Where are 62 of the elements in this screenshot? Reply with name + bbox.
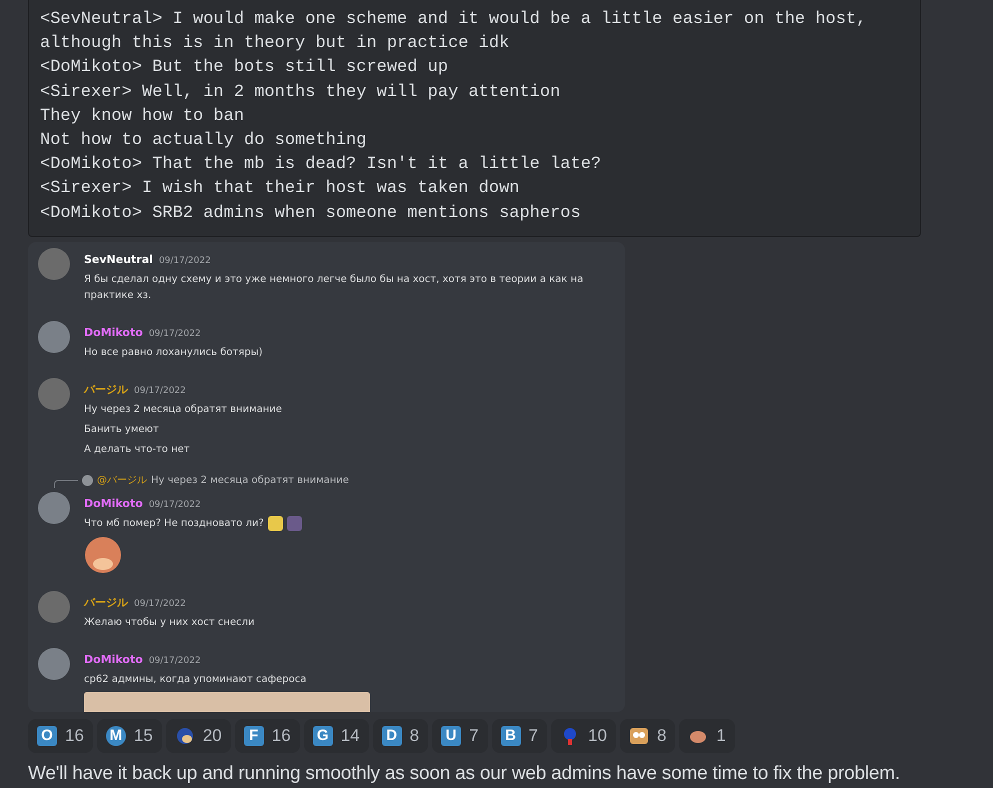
timestamp: 09/17/2022 bbox=[158, 256, 211, 266]
reply-text: Ну через 2 месяца обратят внимание bbox=[151, 474, 349, 488]
timestamp: 09/17/2022 bbox=[134, 598, 186, 609]
avatar[interactable] bbox=[38, 378, 70, 410]
message-text: Но все равно лоханулись ботяры) bbox=[84, 346, 262, 360]
code-line: <DoMikoto> But the bots still screwed up bbox=[40, 57, 450, 80]
avatar[interactable] bbox=[38, 492, 70, 524]
author-name[interactable]: SevNeutral bbox=[84, 252, 153, 266]
timestamp: 09/17/2022 bbox=[134, 386, 186, 396]
reaction-button[interactable]: 10 bbox=[551, 718, 616, 753]
letter-emoji-icon: B bbox=[500, 726, 521, 746]
message-text: ср62 админы, когда упоминают сафероса bbox=[84, 672, 308, 687]
reaction-button[interactable]: 20 bbox=[166, 718, 231, 753]
reaction-button[interactable]: U 7 bbox=[432, 718, 488, 753]
timestamp: 09/17/2022 bbox=[148, 500, 201, 510]
message-text: We'll have it back up and running smoothly as soon as our web admins have some time to fix the problem. bbox=[28, 762, 901, 786]
letter-emoji-icon: O bbox=[37, 726, 57, 746]
reaction-button[interactable]: G 14 bbox=[304, 718, 369, 753]
code-line: <DoMikoto> That the mb is dead? Isn't it a little late? bbox=[40, 154, 602, 176]
letter-emoji-icon: F bbox=[244, 726, 264, 746]
message-text: Что мб помер? Не поздновато ли? bbox=[84, 516, 264, 531]
avatar[interactable] bbox=[38, 320, 70, 353]
emoji-icon bbox=[286, 516, 302, 532]
emoji-icon bbox=[628, 726, 649, 746]
avatar-icon bbox=[82, 474, 93, 486]
message-text: Я бы сделал одну схему и это уже немного легче было бы на хост, хотя это в теории а как на практике хз. bbox=[84, 272, 584, 303]
timestamp: 09/17/2022 bbox=[148, 656, 201, 666]
letter-emoji-icon: U bbox=[441, 726, 462, 746]
avatar[interactable] bbox=[38, 590, 70, 623]
avatar[interactable] bbox=[38, 648, 70, 680]
code-line: although this is in theory but in practice idk bbox=[40, 33, 510, 56]
reaction-button[interactable]: D 8 bbox=[372, 718, 428, 753]
message-text: Желаю чтобы у них хост снесли bbox=[84, 616, 254, 630]
letter-emoji-icon: G bbox=[312, 726, 333, 746]
message-text: Банить умеют bbox=[84, 422, 160, 437]
reaction-button[interactable]: O 16 bbox=[28, 718, 93, 753]
timestamp: 09/17/2022 bbox=[148, 328, 201, 339]
code-line: Not how to actually do something bbox=[40, 130, 368, 152]
reaction-button[interactable]: F 16 bbox=[234, 718, 300, 753]
code-line: <Sirexer> I wish that their host was taken down bbox=[40, 178, 520, 200]
reply-line bbox=[54, 480, 78, 488]
avatar[interactable] bbox=[38, 248, 70, 280]
author-name[interactable]: DoMikoto bbox=[84, 326, 143, 339]
reaction-button[interactable]: 8 bbox=[620, 718, 676, 753]
code-line: <Sirexer> Well, in 2 months they will pay attention bbox=[40, 82, 562, 104]
reaction-button[interactable]: 1 bbox=[679, 718, 735, 753]
author-name[interactable]: バージル bbox=[84, 596, 128, 609]
message-text: А делать что-то нет bbox=[84, 442, 191, 457]
reaction-button[interactable]: B 7 bbox=[492, 718, 548, 753]
author-name[interactable]: DoMikoto bbox=[84, 652, 143, 666]
letter-emoji-icon: M bbox=[106, 726, 126, 746]
code-line: <SevNeutral> I would make one scheme and it would be a little easier on the host, bbox=[40, 9, 868, 31]
emoji-icon bbox=[174, 726, 195, 746]
reply-mention[interactable]: @バージル bbox=[97, 472, 147, 488]
author-name[interactable]: DoMikoto bbox=[84, 496, 143, 510]
author-name[interactable]: バージル bbox=[84, 382, 128, 396]
code-line: They know how to ban bbox=[40, 106, 246, 128]
emoji-icon bbox=[268, 516, 283, 532]
code-line: <DoMikoto> SRB2 admins when someone mentions sapheros bbox=[40, 202, 582, 225]
letter-emoji-icon: D bbox=[382, 726, 402, 746]
reaction-button[interactable]: M 15 bbox=[96, 718, 162, 753]
message-text: Ну через 2 месяца обратят внимание bbox=[84, 402, 282, 417]
